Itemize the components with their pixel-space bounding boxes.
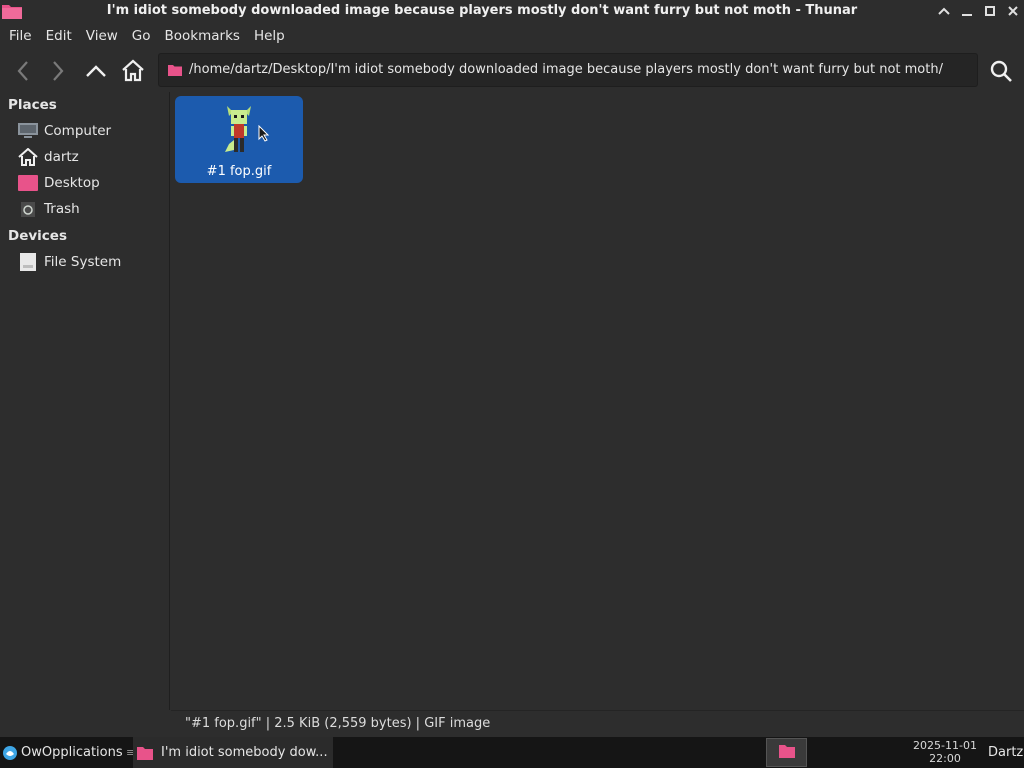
computer-icon xyxy=(18,122,38,140)
sidebar-item-label: Desktop xyxy=(44,175,100,191)
app-menu-icon xyxy=(2,745,18,761)
minimize-icon[interactable] xyxy=(958,2,976,20)
devices-heading: Devices xyxy=(8,228,67,244)
status-bar: "#1 fop.gif" | 2.5 KiB (2,559 bytes) | G… xyxy=(171,710,1024,736)
applications-menu-button[interactable]: OwOpplications xyxy=(0,737,123,768)
pixel-character-thumbnail xyxy=(223,104,255,156)
search-icon[interactable] xyxy=(986,56,1016,86)
folder-icon xyxy=(2,3,22,19)
folder-icon xyxy=(778,744,795,762)
status-text: "#1 fop.gif" | 2.5 KiB (2,559 bytes) | G… xyxy=(185,716,491,731)
menu-help[interactable]: Help xyxy=(247,24,292,48)
forward-icon[interactable] xyxy=(43,56,73,86)
sidebar-item-trash[interactable]: Trash xyxy=(18,198,80,220)
home-icon[interactable] xyxy=(118,56,148,86)
sidebar-item-label: Computer xyxy=(44,123,112,139)
folder-icon xyxy=(137,746,153,760)
desktop-folder-icon xyxy=(18,174,38,192)
menu-edit[interactable]: Edit xyxy=(39,24,79,48)
sidebar-item-desktop[interactable]: Desktop xyxy=(18,172,100,194)
menu-go[interactable]: Go xyxy=(125,24,158,48)
sidebar-item-computer[interactable]: Computer xyxy=(18,120,111,142)
menubar: File Edit View Go Bookmarks Help xyxy=(0,24,1024,48)
applications-menu-label: OwOpplications xyxy=(21,745,123,760)
file-name: #1 fop.gif xyxy=(206,164,272,179)
taskbar-window-button[interactable]: I'm idiot somebody dow... xyxy=(133,737,333,768)
menu-view[interactable]: View xyxy=(79,24,125,48)
close-icon[interactable] xyxy=(1004,2,1022,20)
menu-bookmarks[interactable]: Bookmarks xyxy=(158,24,247,48)
mouse-cursor-icon xyxy=(258,124,274,143)
roll-up-icon[interactable] xyxy=(935,2,953,20)
sidebar: Places Computer dartz Desktop Trash Devi… xyxy=(0,92,170,710)
drive-icon xyxy=(18,253,38,271)
workspace-button[interactable] xyxy=(766,738,807,767)
clock-date: 2025-11-01 xyxy=(913,739,977,752)
user-name[interactable]: Dartz xyxy=(988,737,1023,768)
window-titlebar[interactable]: I'm idiot somebody downloaded image beca… xyxy=(0,0,1024,22)
sidebar-item-file-system[interactable]: File System xyxy=(18,251,121,273)
file-item[interactable]: #1 fop.gif xyxy=(175,96,303,183)
maximize-icon[interactable] xyxy=(981,2,999,20)
taskbar: OwOpplications ≡ I'm idiot somebody dow.… xyxy=(0,737,1024,768)
menu-file[interactable]: File xyxy=(2,24,39,48)
sidebar-item-label: dartz xyxy=(44,149,79,165)
home-icon xyxy=(18,148,38,166)
sidebar-item-label: Trash xyxy=(44,201,80,217)
sidebar-item-label: File System xyxy=(44,254,122,270)
clock-time: 22:00 xyxy=(929,752,961,765)
places-heading: Places xyxy=(8,97,57,113)
location-path[interactable]: /home/dartz/Desktop/I'm idiot somebody d… xyxy=(189,54,969,86)
sidebar-item-dartz[interactable]: dartz xyxy=(18,146,79,168)
location-bar[interactable]: /home/dartz/Desktop/I'm idiot somebody d… xyxy=(158,53,978,87)
taskbar-window-label: I'm idiot somebody dow... xyxy=(161,745,328,760)
file-view[interactable]: #1 fop.gif xyxy=(171,92,1024,710)
parent-folder-icon[interactable] xyxy=(81,56,111,86)
folder-icon xyxy=(168,64,182,76)
window-title: I'm idiot somebody downloaded image beca… xyxy=(106,3,858,18)
clock[interactable]: 2025-11-01 22:00 xyxy=(905,739,985,765)
trash-icon xyxy=(18,200,38,218)
back-icon[interactable] xyxy=(8,56,38,86)
